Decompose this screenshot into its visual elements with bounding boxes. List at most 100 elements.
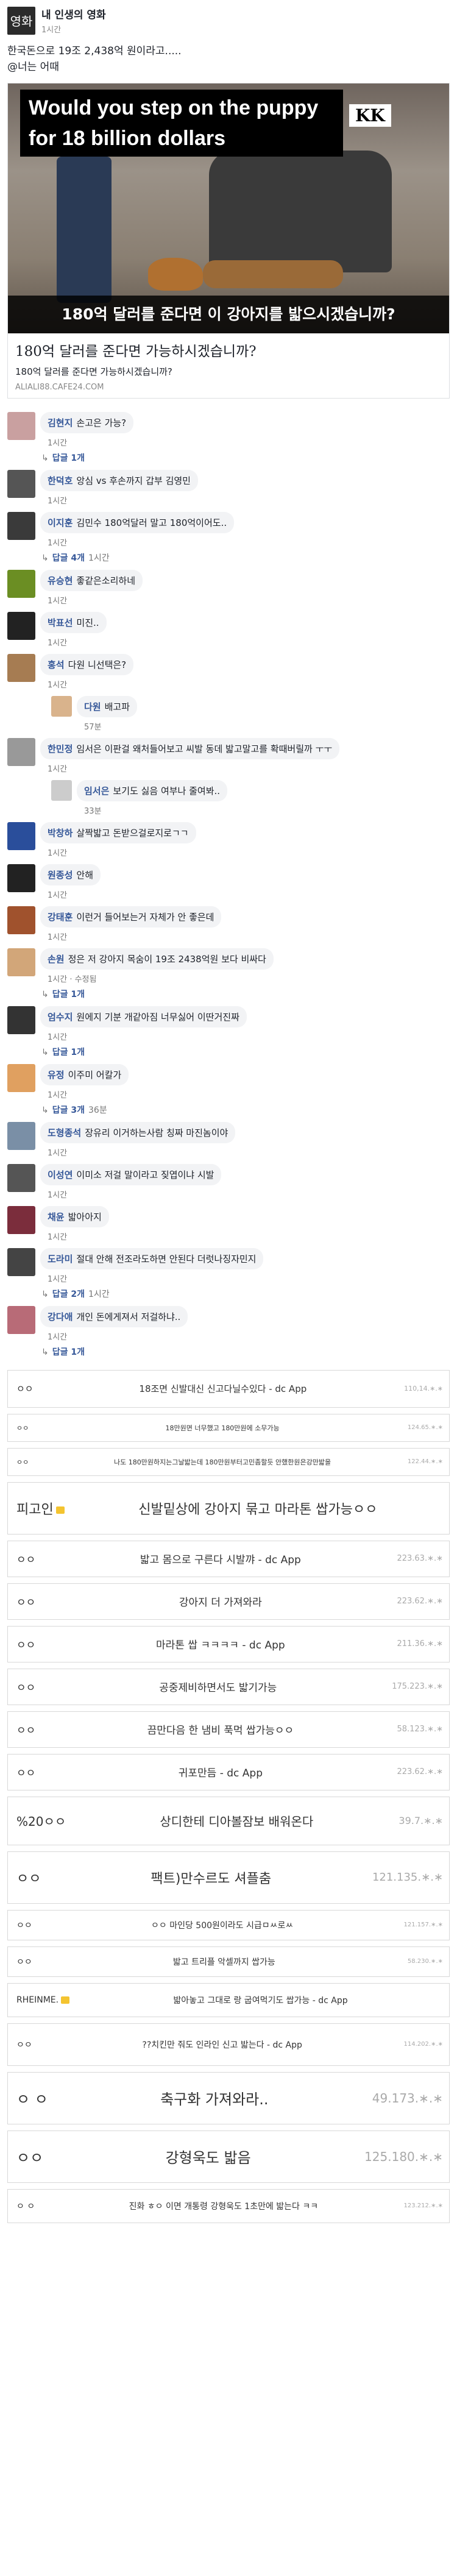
avatar[interactable] [7,737,35,766]
commenter-name[interactable]: 엄수지 [48,1012,73,1023]
avatar[interactable] [7,411,35,440]
comment: 한덕호 앙심 vs 후손까지 갑부 김영민 1시간 [7,469,450,506]
comment-content: 도형종석 장유리 이거하는사람 칭짜 마진놈이야 1시간 [40,1121,236,1158]
replies-count[interactable]: 답글 2개 [52,1290,85,1299]
commenter-name[interactable]: 이지훈 [48,517,73,528]
commenter-name[interactable]: 이성연 [48,1169,73,1180]
comment-text: 이미소 저걸 말이라고 짖엽이냐 시발 [76,1169,214,1180]
comment-bubble: 도라미 절대 안해 전조라도하면 안된다 더럿나징자민지 [40,1247,264,1269]
dc-nickname[interactable]: ㅇㅇ [8,1919,41,1931]
avatar[interactable] [51,695,72,717]
dc-nickname[interactable]: ㅇㅇ [8,1382,42,1395]
commenter-name[interactable]: 다원 [84,701,101,712]
post-time[interactable]: 1시간 [41,23,106,35]
dc-nickname[interactable]: ㅇㅇ [8,1636,44,1652]
dc-comment-text: ㅇㅇ 마인당 500원이라도 시급ㅁㅆ로ㅆ [151,1920,294,1931]
commenter-name[interactable]: 박표선 [48,617,73,628]
dc-nickname[interactable]: %20ㅇㅇ [8,1812,74,1829]
dc-nickname[interactable]: ㅇㅇ [8,1868,49,1887]
dc-comment-text: 18조면 신발대신 신고다닐수있다 - dc App [139,1383,307,1395]
comment-content: 유정 이주미 어칼가 1시간 [40,1063,129,1100]
dc-comment-text: 밟아놓고 그대로 랑 굽여먹기도 쌉가능 - dc App [173,1995,348,2006]
view-replies-link[interactable]: ↳ 답글 1개 [41,1346,450,1358]
comment-content: 홍석 다원 니선택은? 1시간 [40,653,134,690]
dc-nickname[interactable]: ㅇㅇ [8,1956,41,1968]
replies-count[interactable]: 답글 1개 [52,990,85,999]
view-replies-link[interactable]: ↳ 답글 4개 1시간 [41,552,450,564]
dc-comment-row: %20ㅇㅇ 상디한테 디아볼잠보 배워온다 39.7.∗.∗ [7,1796,450,1845]
avatar[interactable] [7,1006,35,1034]
comment-bubble: 유승현 좋같은소리하네 [40,569,143,591]
commenter-name[interactable]: 유정 [48,1070,65,1080]
avatar[interactable] [7,1121,35,1150]
dc-nickname[interactable]: ㅇㅇ [8,2038,41,2051]
avatar[interactable] [7,511,35,540]
avatar[interactable] [7,1305,35,1334]
avatar[interactable] [7,948,35,976]
commenter-name[interactable]: 홍석 [48,659,65,670]
commenter-name[interactable]: 강태훈 [48,912,73,923]
boot-image [203,260,343,288]
avatar[interactable] [7,611,35,640]
replies-count[interactable]: 답글 1개 [52,1048,85,1057]
avatar[interactable] [7,821,35,850]
avatar[interactable] [7,1063,35,1092]
dc-nickname[interactable]: 피고인 [8,1499,73,1518]
dc-nickname[interactable]: ㅇㅇ [8,1551,44,1566]
dc-nickname[interactable]: ㅇㅇ [8,1423,37,1433]
commenter-name[interactable]: 도라미 [48,1254,73,1265]
commenter-name[interactable]: 유승현 [48,575,73,586]
view-replies-link[interactable]: ↳ 답글 2개 1시간 [41,1288,450,1300]
commenter-name[interactable]: 도형종석 [48,1127,81,1138]
commenter-name[interactable]: 박창하 [48,828,73,839]
dc-comment-row: ㅇㅇ 밟고 몸으로 구른다 시발꺄 - dc App 223.63.∗.∗ [7,1540,450,1577]
avatar[interactable] [7,1163,35,1192]
replies-count[interactable]: 답글 1개 [52,453,85,463]
commenter-name[interactable]: 손원 [48,954,65,965]
view-replies-link[interactable]: ↳ 답글 1개 [41,988,450,1000]
commenter-name[interactable]: 강다애 [48,1311,73,1322]
replies-count[interactable]: 답글 1개 [52,1347,85,1357]
dc-nickname[interactable]: ㅇㅇ [8,2146,52,2167]
commenter-name[interactable]: 임서은 [84,786,109,797]
avatar[interactable] [51,779,72,801]
comment-text: 다원 니선택은? [68,659,127,670]
commenter-name[interactable]: 한덕호 [48,475,73,486]
dc-nickname[interactable]: ㅇㅇ [8,1457,37,1467]
comment: 박표선 미진.. 1시간 [7,611,450,648]
dc-nickname[interactable]: ㅇ ㅇ [8,2200,43,2212]
comment-bubble: 유정 이주미 어칼가 [40,1063,129,1085]
avatar[interactable] [7,653,35,682]
link-preview[interactable]: Would you step on the puppy for 18 billi… [7,82,450,399]
replies-count[interactable]: 답글 3개 [52,1105,85,1115]
commenter-name[interactable]: 김현지 [48,417,73,428]
dc-nickname[interactable]: ㅇ ㅇ [8,2087,57,2109]
view-replies-link[interactable]: ↳ 답글 1개 [41,452,450,464]
avatar[interactable] [7,469,35,498]
link-title[interactable]: 180억 달러를 준다면 가능하시겠습니까? [15,339,442,360]
page-avatar[interactable]: 영화 [7,6,35,35]
avatar[interactable] [7,1247,35,1276]
dc-nickname[interactable]: ㅇㅇ [8,1594,44,1609]
dc-nickname[interactable]: ㅇㅇ [8,1722,44,1737]
avatar[interactable] [7,569,35,598]
dc-nickname[interactable]: ㅇㅇ [8,1679,44,1694]
avatar[interactable] [7,864,35,892]
avatar[interactable] [7,906,35,934]
commenter-name[interactable]: 원종성 [48,870,73,881]
view-replies-link[interactable]: ↳ 답글 3개 36분 [41,1104,450,1116]
comment-text: 밟아아지 [68,1211,102,1222]
dc-comment-text: 밟고 트리플 악셀까지 쌉가능 [172,1957,275,1967]
commenter-name[interactable]: 채윤 [48,1212,65,1222]
page-name[interactable]: 내 인생의 영화 [41,6,106,21]
dc-comment-row: ㅇㅇ 공중제비하면서도 밟기가능 175.223.∗.∗ [7,1668,450,1705]
comment-bubble: 박창하 살짝밟고 돈받으걸로지로ㄱㄱ [40,821,196,843]
commenter-name[interactable]: 한민정 [48,743,73,754]
view-replies-link[interactable]: ↳ 답글 1개 [41,1046,450,1058]
comment-content: 박표선 미진.. 1시간 [40,611,107,648]
avatar[interactable] [7,1205,35,1234]
replies-count[interactable]: 답글 4개 [52,553,85,563]
dc-nickname[interactable]: ㅇㅇ [8,1764,44,1779]
dc-nickname[interactable]: RHEINME. [8,1995,78,2005]
comment: 한민정 임서은 이판걸 왜처들어보고 씨발 동데 밟고말고를 확때버릴까 ㅜㅜ 1시… [7,737,450,774]
